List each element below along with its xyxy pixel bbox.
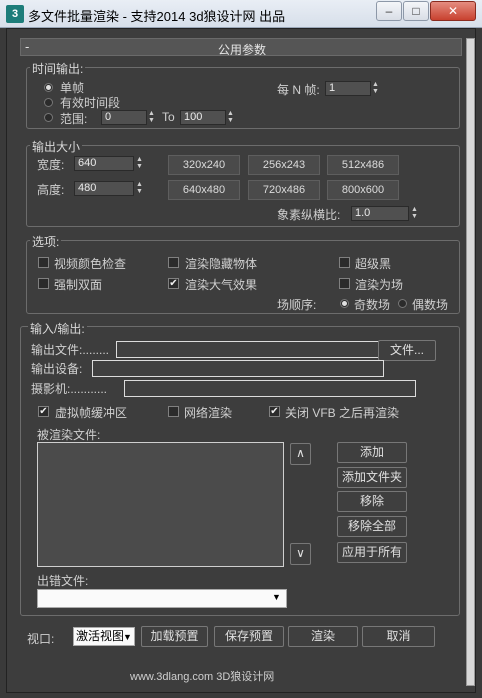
remove-all-button[interactable]: 移除全部 [337, 516, 407, 537]
height-input[interactable]: 480 [74, 181, 134, 196]
radio-single[interactable] [44, 83, 53, 92]
options-label: 选项: [30, 233, 62, 250]
render-atmospherics-checkbox[interactable]: ✔ [168, 278, 179, 289]
viewport-value: 激活视图 [76, 629, 125, 643]
super-black-checkbox[interactable] [339, 257, 350, 268]
range-to-label: To [162, 110, 175, 124]
viewport-label: 视口: [27, 632, 55, 646]
force-2sided-checkbox[interactable] [38, 278, 49, 289]
radio-range[interactable] [44, 113, 53, 122]
odd-field-label: 奇数场 [354, 298, 391, 312]
footer-text: www.3dlang.com 3D狼设计网 [130, 671, 275, 683]
output-size-label: 输出大小 [30, 138, 83, 155]
rollout-title: 公用参数 [217, 43, 266, 57]
every-nth-label: 每 N 帧: [277, 83, 320, 97]
preset-256x243-button[interactable]: 256x243 [248, 155, 320, 175]
render-hidden-label: 渲染隐藏物体 [185, 257, 258, 271]
io-label: 输入/输出: [28, 320, 87, 337]
super-black-label: 超级黑 [355, 257, 392, 271]
force-2sided-label: 强制双面 [54, 278, 103, 292]
output-file-label: 输出文件:........ [31, 343, 110, 357]
net-render-label: 网络渲染 [184, 406, 233, 420]
width-label: 宽度: [37, 158, 65, 172]
preset-320x240-button[interactable]: 320x240 [168, 155, 240, 175]
render-hidden-checkbox[interactable] [168, 257, 179, 268]
render-to-fields-label: 渲染为场 [355, 278, 404, 292]
net-render-checkbox[interactable] [168, 406, 179, 417]
height-label: 高度: [37, 183, 65, 197]
width-spinner-icon[interactable]: ▲ ▼ [135, 156, 144, 171]
close-button[interactable]: ✕ [430, 1, 476, 21]
viewport-chevron-icon[interactable]: ▼ [123, 629, 132, 646]
close-vfb-label: 关闭 VFB 之后再渲染 [285, 406, 400, 420]
range-to-input[interactable]: 100 [180, 110, 226, 125]
every-nth-spinner-icon[interactable]: ▲ ▼ [371, 81, 380, 96]
even-field-label: 偶数场 [412, 298, 449, 312]
output-file-field[interactable] [116, 341, 380, 358]
title-bar: 3 多文件批量渲染 - 支持2014 3d狼设计网 出品 – □ ✕ [0, 0, 482, 28]
remove-button[interactable]: 移除 [337, 491, 407, 512]
virtual-fb-checkbox[interactable]: ✔ [38, 406, 49, 417]
range-to-spinner-icon[interactable]: ▲ ▼ [226, 110, 235, 125]
load-preset-button[interactable]: 加载预置 [141, 626, 208, 647]
render-to-fields-checkbox[interactable] [339, 278, 350, 289]
every-nth-input[interactable]: 1 [325, 81, 371, 96]
add-button[interactable]: 添加 [337, 442, 407, 463]
rollout-header[interactable]: - 公用参数 [20, 38, 462, 57]
minimize-button[interactable]: – [376, 1, 402, 21]
radio-active-segment[interactable] [44, 98, 53, 107]
pixel-aspect-input[interactable]: 1.0 [351, 206, 409, 221]
file-browse-button[interactable]: 文件... [378, 340, 436, 361]
virtual-fb-label: 虚拟帧缓冲区 [55, 406, 128, 420]
preset-512x486-button[interactable]: 512x486 [327, 155, 399, 175]
output-device-label: 输出设备: [31, 362, 83, 376]
range-label: 范围: [60, 112, 88, 126]
render-button[interactable]: 渲染 [288, 626, 358, 647]
chevron-down-icon[interactable]: ▼ [272, 592, 281, 602]
preset-800x600-button[interactable]: 800x600 [327, 180, 399, 200]
width-input[interactable]: 640 [74, 156, 134, 171]
pixel-aspect-spinner-icon[interactable]: ▲ ▼ [410, 206, 419, 221]
time-output-label: 时间输出: [30, 60, 86, 77]
output-device-field[interactable] [92, 360, 384, 377]
move-up-button[interactable]: ∧ [290, 443, 311, 465]
vertical-scrollbar[interactable] [466, 38, 475, 686]
maximize-button[interactable]: □ [403, 1, 429, 21]
viewport-dropdown[interactable]: 激活视图 ▼ [73, 627, 135, 646]
window-title: 多文件批量渲染 - 支持2014 3d狼设计网 出品 [28, 9, 286, 24]
field-order-label: 场顺序: [277, 298, 317, 312]
camera-field[interactable] [124, 380, 416, 397]
radio-even-field[interactable] [398, 299, 407, 308]
preset-720x486-button[interactable]: 720x486 [248, 180, 320, 200]
preset-file-dropdown[interactable]: ▼ [37, 589, 287, 608]
range-from-spinner-icon[interactable]: ▲ ▼ [147, 110, 156, 125]
camera-label: 摄影机:........... [31, 382, 108, 396]
close-vfb-checkbox[interactable]: ✔ [269, 406, 280, 417]
range-from-input[interactable]: 0 [101, 110, 147, 125]
render-files-label: 被渲染文件: [37, 428, 101, 442]
preset-640x480-button[interactable]: 640x480 [168, 180, 240, 200]
video-color-check-label: 视频颜色检查 [54, 257, 127, 271]
cancel-button[interactable]: 取消 [362, 626, 435, 647]
apply-all-button[interactable]: 应用于所有 [337, 542, 407, 563]
save-preset-button[interactable]: 保存预置 [214, 626, 284, 647]
active-segment-label: 有效时间段 [60, 96, 121, 110]
add-folder-button[interactable]: 添加文件夹 [337, 467, 407, 488]
preset-file-label: 出错文件: [37, 574, 89, 588]
video-color-check-checkbox[interactable] [38, 257, 49, 268]
render-atmospherics-label: 渲染大气效果 [185, 278, 258, 292]
height-spinner-icon[interactable]: ▲ ▼ [135, 181, 144, 196]
move-down-button[interactable]: ∨ [290, 543, 311, 565]
pixel-aspect-label: 象素纵横比: [277, 208, 341, 222]
render-files-list[interactable] [37, 442, 284, 567]
app-icon: 3 [6, 5, 24, 23]
radio-odd-field[interactable] [340, 299, 349, 308]
